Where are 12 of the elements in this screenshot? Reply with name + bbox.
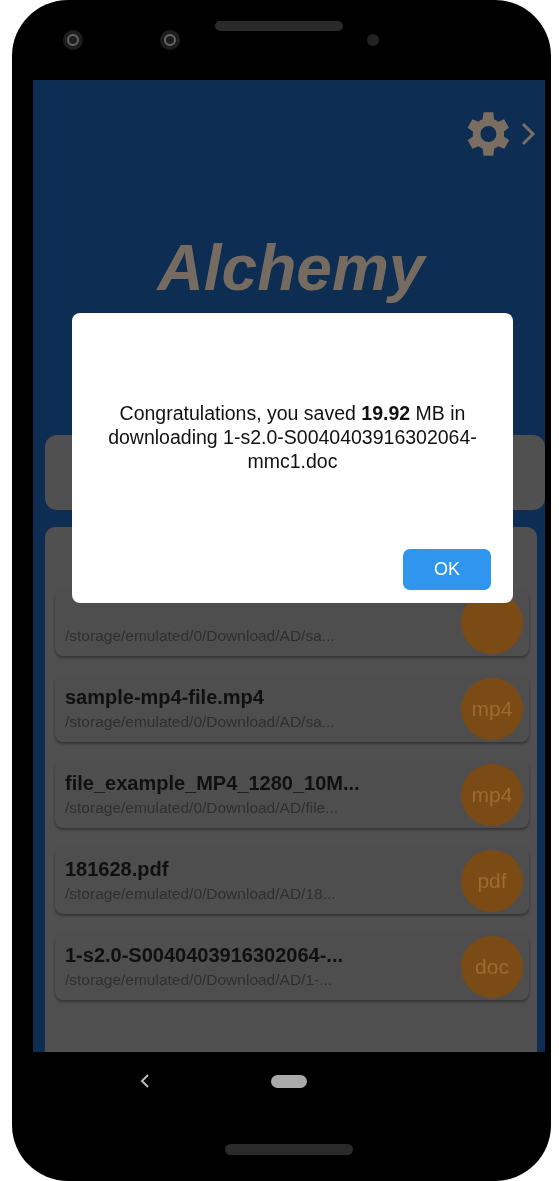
file-name: sample-mp4-file.mp4 [65, 686, 265, 709]
camera-icon [159, 29, 181, 51]
file-name: 1-s2.0-S0040403916302064-... [65, 944, 344, 967]
chevron-right-icon[interactable] [519, 121, 537, 147]
file-name: 181628.pdf [65, 858, 170, 881]
dialog-message: Congratulations, you saved 19.92 MB in downloading 1-s2.0-S0040403916302064-mmc1.doc [107, 401, 478, 474]
back-icon[interactable] [139, 1072, 151, 1090]
ok-button[interactable]: OK [403, 549, 491, 590]
camera-icon [62, 29, 84, 51]
sensor-dot [367, 34, 379, 46]
home-button[interactable] [271, 1074, 307, 1088]
file-name: file_example_MP4_1280_10M... [65, 772, 361, 795]
